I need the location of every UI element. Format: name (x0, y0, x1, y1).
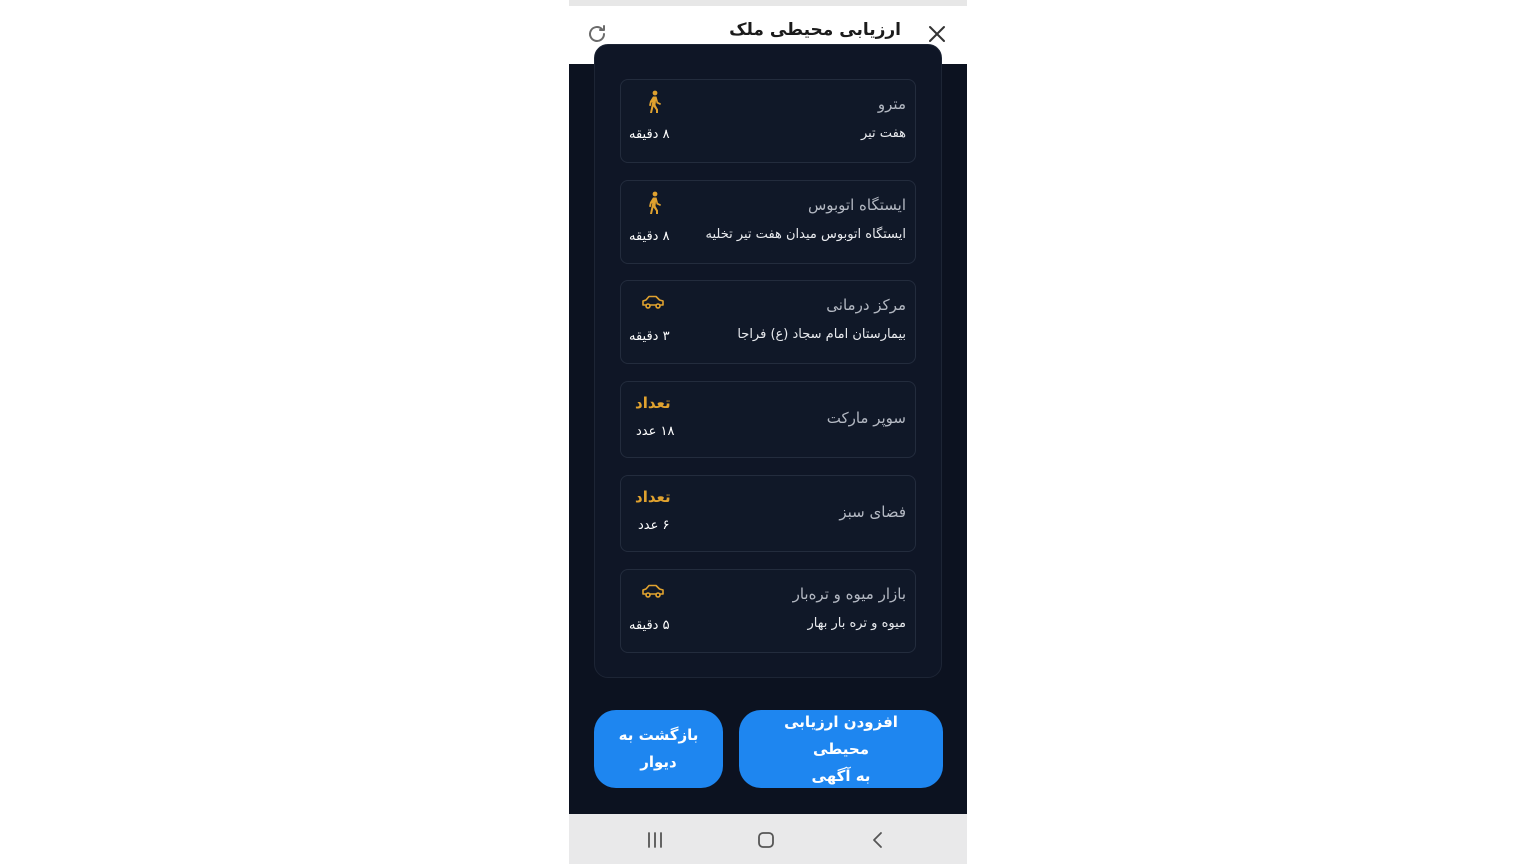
item-place: بیمارستان امام سجاد (ع) فراجا (737, 327, 906, 342)
item-place: هفت تیر (860, 126, 906, 141)
item-place: ایستگاه اتوبوس میدان هفت تیر تخلیه (705, 227, 907, 242)
item-count-label: تعداد (635, 394, 671, 412)
list-item-medical-center: مرکز درمانی بیمارستان امام سجاد (ع) فراج… (620, 280, 916, 364)
item-category: بازار میوه و تره‌بار (792, 585, 906, 603)
back-icon[interactable] (867, 829, 889, 851)
item-category: مرکز درمانی (826, 296, 906, 314)
refresh-icon[interactable] (585, 22, 609, 46)
item-time: ۸ دقیقه (629, 127, 670, 142)
close-icon[interactable] (925, 22, 949, 46)
add-assessment-button[interactable]: افزودن ارزیابی محیطی به آگهی (739, 710, 943, 788)
item-category: مترو (877, 95, 906, 113)
system-nav-bar (569, 814, 967, 864)
add-assessment-label: افزودن ارزیابی محیطی به آگهی (784, 712, 898, 785)
item-count-label: تعداد (635, 488, 671, 506)
item-category: فضای سبز (839, 503, 906, 521)
phone-screen: ارزیابی محیطی ملک مترو هفت تیر ۸ دقیقه ا… (569, 0, 967, 864)
list-item-supermarket: سوپر مارکت تعداد ۱۸ عدد (620, 381, 916, 458)
list-item-bus-station: ایستگاه اتوبوس ایستگاه اتوبوس میدان هفت … (620, 180, 916, 264)
item-count: ۱۸ عدد (636, 424, 675, 439)
car-icon (642, 294, 665, 316)
list-item-metro: مترو هفت تیر ۸ دقیقه (620, 79, 916, 163)
item-time: ۳ دقیقه (629, 329, 670, 344)
list-item-green-space: فضای سبز تعداد ۶ عدد (620, 475, 916, 552)
recent-apps-icon[interactable] (644, 829, 666, 851)
item-time: ۸ دقیقه (629, 229, 670, 244)
walking-icon (643, 90, 665, 113)
list-item-fruit-market: بازار میوه و تره‌بار میوه و تره بار بهار… (620, 569, 916, 653)
walking-icon (643, 191, 665, 214)
page-title: ارزیابی محیطی ملک (729, 20, 901, 40)
item-category: سوپر مارکت (826, 409, 906, 427)
item-category: ایستگاه اتوبوس (807, 196, 906, 214)
content-area[interactable]: مترو هفت تیر ۸ دقیقه ایستگاه اتوبوس ایست… (569, 44, 967, 814)
back-to-divar-button[interactable]: بازگشت به دیوار (594, 710, 723, 788)
item-count: ۶ عدد (638, 518, 670, 533)
item-time: ۵ دقیقه (629, 618, 670, 633)
home-icon[interactable] (755, 829, 777, 851)
car-icon (642, 583, 665, 605)
back-to-divar-label: بازگشت به دیوار (618, 726, 699, 771)
item-place: میوه و تره بار بهار (807, 616, 906, 631)
